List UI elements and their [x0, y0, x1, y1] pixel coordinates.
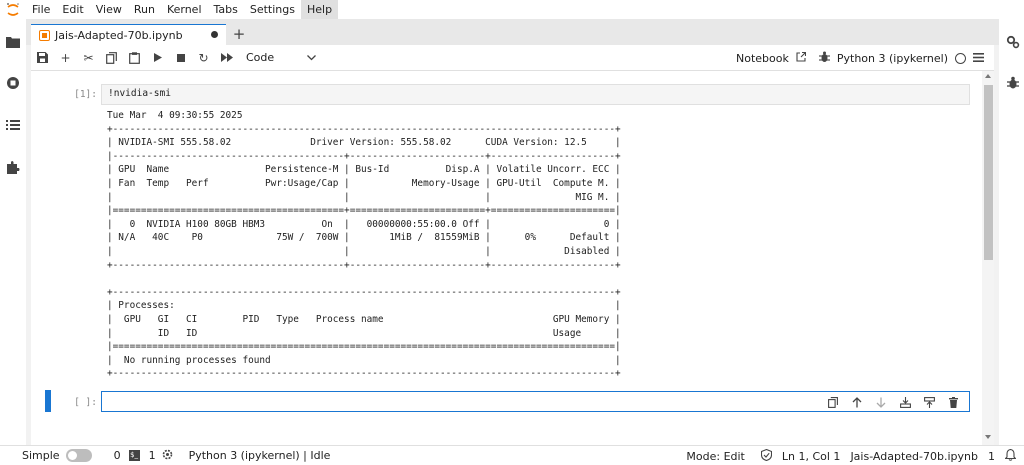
menu-settings[interactable]: Settings: [244, 0, 301, 19]
output-line: |---------------------------------------…: [107, 150, 621, 162]
notebook-tab-title: Jais-Adapted-70b.ipynb: [55, 28, 183, 42]
output-line: |=======================================…: [107, 205, 621, 217]
move-up-arrow-icon[interactable]: [847, 394, 867, 410]
running-icon[interactable]: [5, 75, 21, 91]
insert-above-icon[interactable]: [895, 394, 915, 410]
output-line: +---------------------------------------…: [107, 368, 621, 380]
output-line: |=======================================…: [107, 341, 621, 353]
run-play-icon[interactable]: [146, 47, 169, 69]
notification-count[interactable]: 1: [988, 450, 995, 463]
output-line: | No running processes found |: [107, 354, 621, 366]
jupyter-logo-icon: [0, 0, 26, 19]
kernel-name-button[interactable]: Python 3 (ipykernel): [837, 52, 948, 65]
scroll-up-arrow-icon[interactable]: [985, 74, 991, 78]
output-line: | Processes: |: [107, 300, 621, 312]
empty-code-cell-input[interactable]: [101, 391, 970, 412]
output-line: | NVIDIA-SMI 555.58.02 Driver Version: 5…: [107, 137, 621, 149]
interrupt-stop-icon[interactable]: [169, 47, 192, 69]
output-line: | Fan Temp Perf Pwr:Usage/Cap | Memory-U…: [107, 177, 621, 189]
copy-icon[interactable]: [100, 47, 123, 69]
duplicate-cell-icon[interactable]: [823, 394, 843, 410]
cell-input-prompt: [1]:: [74, 89, 97, 100]
kernel-status-circle-icon: [955, 52, 966, 64]
output-line: Tue Mar 4 09:30:55 2025: [107, 110, 243, 121]
notebook-panel: [1]: !nvidia-smi Tue Mar 4 09:30:55 2025…: [31, 71, 994, 445]
output-line: | N/A 40C P0 75W / 700W | 1MiB / 81559Mi…: [107, 232, 621, 244]
open-notebook-view-button[interactable]: Notebook: [736, 52, 789, 65]
empty-cell-prompt: [ ]:: [74, 397, 97, 408]
output-line: | | | MIG M. |: [107, 191, 621, 203]
move-down-arrow-icon[interactable]: [871, 394, 891, 410]
insert-cell-plus-icon[interactable]: +: [54, 47, 77, 69]
output-line: | GPU GI CI PID Type Process name GPU Me…: [107, 313, 621, 325]
extension-puzzle-icon[interactable]: [5, 159, 21, 175]
menu-edit[interactable]: Edit: [56, 0, 89, 19]
notebook-icon: [39, 29, 50, 41]
menu-hamburger-icon[interactable]: [973, 52, 984, 65]
output-line: +---------------------------------------…: [107, 259, 621, 271]
toolbar-right: Notebook Python 3 (ipykernel): [736, 45, 984, 71]
notebook-scrollbar[interactable]: [982, 71, 994, 445]
menu-tabs[interactable]: Tabs: [208, 0, 244, 19]
right-sidebar: [1002, 19, 1024, 445]
cut-scissors-icon[interactable]: ✂: [77, 47, 100, 69]
folder-icon[interactable]: [5, 34, 21, 50]
kernels-count[interactable]: 1: [149, 449, 156, 462]
status-file-name: Jais-Adapted-70b.ipynb: [850, 449, 978, 463]
notebook-tab[interactable]: Jais-Adapted-70b.ipynb: [31, 24, 226, 45]
tab-bar: Jais-Adapted-70b.ipynb +: [26, 19, 999, 45]
cell-type-select[interactable]: Code: [246, 51, 316, 64]
kernel-status-text[interactable]: Python 3 (ipykernel) | Idle: [189, 449, 331, 462]
main-area: Jais-Adapted-70b.ipynb + + ✂ ↻ Code Note…: [26, 19, 999, 445]
delete-trash-icon[interactable]: [943, 394, 963, 410]
property-inspector-gears-icon[interactable]: [1005, 34, 1021, 50]
restart-run-all-icon[interactable]: [215, 47, 238, 69]
simple-mode-label: Simple: [22, 449, 60, 462]
status-bar: Simple 0 $_ 1 Python 3 (ipykernel) | Idl…: [0, 445, 1024, 465]
menu-run[interactable]: Run: [128, 0, 161, 19]
debugger-bug-icon[interactable]: [1005, 75, 1021, 91]
kernel-gear-icon: [162, 449, 173, 463]
menu-kernel[interactable]: Kernel: [161, 0, 208, 19]
scrollbar-thumb[interactable]: [984, 85, 993, 260]
cell-toolbar: [823, 394, 963, 410]
cell-type-value: Code: [246, 51, 275, 64]
save-icon[interactable]: [31, 47, 54, 69]
new-tab-plus-icon[interactable]: +: [230, 25, 248, 43]
scroll-down-arrow-icon[interactable]: [985, 435, 991, 439]
insert-below-icon[interactable]: [919, 394, 939, 410]
active-cell-indicator: [45, 390, 51, 412]
output-line: | GPU Name Persistence-M | Bus-Id Disp.A…: [107, 164, 621, 176]
edit-mode-text: Mode: Edit: [686, 449, 745, 463]
notebook-toolbar: + ✂ ↻ Code Notebook Python 3 (ipykernel): [31, 45, 994, 71]
menu-bar: File Edit View Run Kernel Tabs Settings …: [0, 0, 1024, 19]
notification-bell-icon[interactable]: [1004, 448, 1017, 464]
simple-mode-toggle[interactable]: [65, 449, 92, 462]
shield-check-icon[interactable]: [760, 448, 772, 464]
output-line: | | | Disabled |: [107, 245, 621, 257]
left-sidebar: [0, 19, 26, 445]
paste-clipboard-icon[interactable]: [123, 47, 146, 69]
cursor-position[interactable]: Ln 1, Col 1: [782, 450, 841, 463]
restart-icon[interactable]: ↻: [192, 47, 215, 69]
bug-debugger-icon[interactable]: [818, 51, 830, 66]
chevron-down-icon: [307, 51, 316, 64]
menu-view[interactable]: View: [90, 0, 128, 19]
table-of-contents-icon[interactable]: [5, 117, 21, 133]
output-line: | 0 NVIDIA H100 80GB HBM3 On | 00000000:…: [107, 218, 621, 230]
code-cell-input[interactable]: !nvidia-smi: [101, 84, 970, 105]
cell-output: Tue Mar 4 09:30:55 2025 +----------------…: [107, 109, 621, 381]
terminals-count[interactable]: 0: [114, 449, 121, 462]
menu-file[interactable]: File: [26, 0, 56, 19]
unsaved-dot-icon[interactable]: [211, 31, 218, 38]
output-line: | ID ID Usage |: [107, 327, 621, 339]
external-link-icon[interactable]: [796, 51, 806, 65]
output-line: +---------------------------------------…: [107, 123, 621, 135]
terminal-icon: $_: [128, 450, 140, 461]
status-right: Mode: Edit Ln 1, Col 1 Jais-Adapted-70b.…: [686, 446, 1017, 465]
menu-help[interactable]: Help: [300, 0, 339, 19]
output-line: +---------------------------------------…: [107, 286, 621, 298]
